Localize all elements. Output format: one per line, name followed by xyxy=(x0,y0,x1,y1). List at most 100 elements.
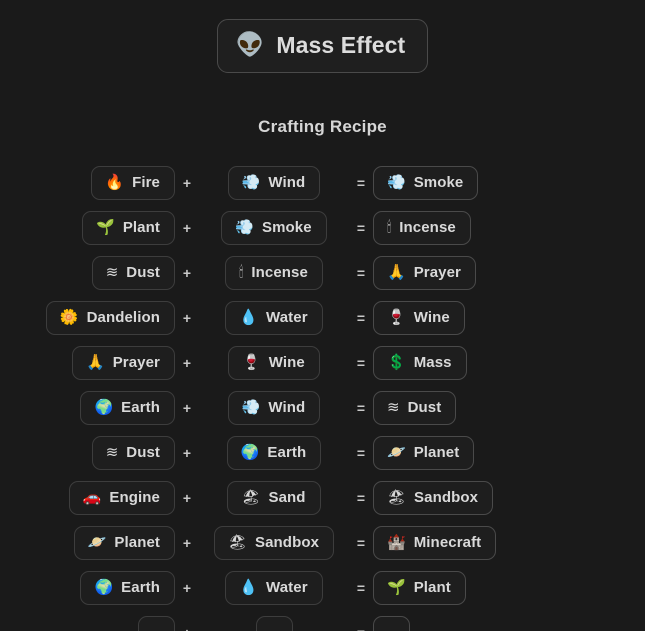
recipe-row: 🙏 Prayer + 🍷 Wine = 💲 Mass xyxy=(0,340,645,385)
earth-globe-icon: 🌍 xyxy=(94,577,114,596)
recipe-chip-b[interactable]: 💨 Wind xyxy=(227,165,321,200)
recipe-ingredient-b: 💨 Wind xyxy=(199,165,349,200)
recipe-row: 🪐 Planet + 🏖 Sandbox = 🏰 Minecraft xyxy=(0,520,645,565)
recipe-row: 🔥 Fire + 💨 Wind = 💨 Smoke xyxy=(0,160,645,205)
recipe-chip-a[interactable]: ≋ Dust xyxy=(91,255,175,290)
recipe-chip-result[interactable]: 🏖 Sandbox xyxy=(373,480,494,515)
recipe-chip-label: Water xyxy=(266,578,308,596)
recipe-chip-label: Earth xyxy=(121,398,160,416)
recipe-chip-label: Sandbox xyxy=(414,488,479,506)
smoke-icon: 💨 xyxy=(387,172,406,191)
recipe-ingredient-b: 🏖 Sandbox xyxy=(199,525,349,560)
plant-icon: 🌱 xyxy=(96,217,115,236)
recipe-chip-result[interactable]: 💨 Smoke xyxy=(373,165,479,200)
recipe-ingredient-b: 🌍 Earth xyxy=(199,435,349,470)
recipe-chip-label: Smoke xyxy=(413,173,464,191)
wine-glass-icon: 🍷 xyxy=(387,307,406,326)
plus-operator: + xyxy=(182,264,192,281)
recipe-chip-b[interactable]: 💨 Smoke xyxy=(221,210,327,245)
recipe-chip-label: Prayer xyxy=(112,353,160,371)
recipe-chip-a[interactable]: 🙏 Prayer xyxy=(72,345,175,380)
recipe-chip-result[interactable]: 💲 Mass xyxy=(373,345,467,380)
recipe-list: 🔥 Fire + 💨 Wind = 💨 Smoke 🌱 Plant + 💨 Smoke = 🕯 Incense… xyxy=(0,160,645,631)
recipe-chip-label: Prayer xyxy=(413,263,461,281)
castle-icon: 🏰 xyxy=(387,532,406,551)
header: 👽 Mass Effect xyxy=(0,0,645,73)
planet-icon: 🪐 xyxy=(387,442,406,461)
recipe-result: 🌱 Plant xyxy=(373,570,568,605)
recipe-row: ≋ Dust + 🌍 Earth = 🪐 Planet xyxy=(0,430,645,475)
recipe-chip-b[interactable]: 🏖 Sand xyxy=(227,480,321,515)
app-title-chip[interactable]: 👽 Mass Effect xyxy=(216,19,429,73)
recipe-chip-result[interactable]: 🙏 Prayer xyxy=(373,255,476,290)
recipe-chip-b[interactable] xyxy=(255,615,293,631)
recipe-chip-a[interactable]: 🌍 Earth xyxy=(80,390,175,425)
recipe-chip-a[interactable]: 🌍 Earth xyxy=(80,570,175,605)
recipe-ingredient-a: 🪐 Planet xyxy=(0,525,175,560)
recipe-chip-label: Fire xyxy=(132,173,160,191)
recipe-chip-a[interactable]: 🚗 Engine xyxy=(68,480,175,515)
recipe-chip-label: Earth xyxy=(267,443,307,461)
recipe-chip-b[interactable]: 🕯 Incense xyxy=(225,255,323,290)
plant-icon: 🌱 xyxy=(387,577,406,596)
equals-operator: = xyxy=(357,625,365,631)
recipe-ingredient-b: 💧 Water xyxy=(199,570,349,605)
recipe-chip-a[interactable]: 🔥 Fire xyxy=(91,165,175,200)
recipe-chip-label: Earth xyxy=(121,578,160,596)
water-drop-icon: 💧 xyxy=(239,307,259,326)
recipe-chip-a[interactable]: 🌼 Dandelion xyxy=(45,300,175,335)
candle-icon: 🕯 xyxy=(387,217,392,236)
recipe-chip-result[interactable]: ≋ Dust xyxy=(373,390,457,425)
recipe-chip-b[interactable]: 💧 Water xyxy=(225,300,323,335)
recipe-chip-b[interactable]: 💨 Wind xyxy=(227,390,321,425)
recipe-chip-a[interactable]: 🪐 Planet xyxy=(73,525,175,560)
recipe-chip-label: Smoke xyxy=(261,218,312,236)
recipe-chip-label: Plant xyxy=(413,578,451,596)
page-title: Mass Effect xyxy=(276,32,406,58)
recipe-chip-label: Wine xyxy=(268,353,305,371)
recipe-chip-result[interactable]: 🌱 Plant xyxy=(373,570,466,605)
wine-glass-icon: 🍷 xyxy=(242,352,261,371)
recipe-chip-label: Engine xyxy=(109,488,160,506)
dollar-sign-icon: 💲 xyxy=(387,352,406,371)
recipe-chip-a[interactable]: ≋ Dust xyxy=(91,435,175,470)
recipe-row: 🌱 Plant + 💨 Smoke = 🕯 Incense xyxy=(0,205,645,250)
recipe-result xyxy=(373,615,568,631)
recipe-chip-b[interactable]: 💧 Water xyxy=(225,570,323,605)
beach-icon: 🏖 xyxy=(387,487,407,506)
recipe-ingredient-b: 🍷 Wine xyxy=(199,345,349,380)
beach-icon: 🏖 xyxy=(227,532,247,551)
plus-operator: + xyxy=(182,309,192,326)
recipe-chip-label: Dust xyxy=(407,398,442,416)
plus-operator: + xyxy=(182,489,192,506)
candle-icon: 🕯 xyxy=(239,262,244,281)
recipe-chip-result[interactable] xyxy=(373,615,410,631)
recipe-chip-b[interactable]: 🏖 Sandbox xyxy=(213,525,335,560)
recipe-chip-result[interactable]: 🪐 Planet xyxy=(373,435,475,470)
recipe-result: 🪐 Planet xyxy=(373,435,568,470)
recipe-chip-result[interactable]: 🏰 Minecraft xyxy=(373,525,497,560)
recipe-ingredient-a: 🌱 Plant xyxy=(0,210,175,245)
recipe-result: 🏰 Minecraft xyxy=(373,525,568,560)
recipe-ingredient-a: 🔥 Fire xyxy=(0,165,175,200)
equals-operator: = xyxy=(356,399,366,416)
plus-operator: + xyxy=(182,399,192,416)
recipe-chip-result[interactable]: 🕯 Incense xyxy=(373,210,471,245)
earth-globe-icon: 🌍 xyxy=(240,442,260,461)
recipe-chip-label: Water xyxy=(266,308,308,326)
recipe-chip-a[interactable]: 🌱 Plant xyxy=(82,210,175,245)
recipe-chip-label: Dandelion xyxy=(86,308,160,326)
recipe-chip-label: Planet xyxy=(413,443,460,461)
recipe-result: 🍷 Wine xyxy=(373,300,568,335)
recipe-ingredient-b: 💨 Smoke xyxy=(199,210,349,245)
recipe-chip-label: Wine xyxy=(413,308,450,326)
recipe-chip-b[interactable]: 🌍 Earth xyxy=(226,435,322,470)
car-icon: 🚗 xyxy=(82,487,102,506)
recipe-chip-a[interactable] xyxy=(138,615,175,631)
recipe-chip-result[interactable]: 🍷 Wine xyxy=(373,300,465,335)
plus-operator: + xyxy=(182,354,192,371)
recipe-ingredient-a: 🙏 Prayer xyxy=(0,345,175,380)
recipe-chip-b[interactable]: 🍷 Wine xyxy=(228,345,320,380)
wind-icon: 💨 xyxy=(241,172,261,191)
recipe-result: ≋ Dust xyxy=(373,390,568,425)
